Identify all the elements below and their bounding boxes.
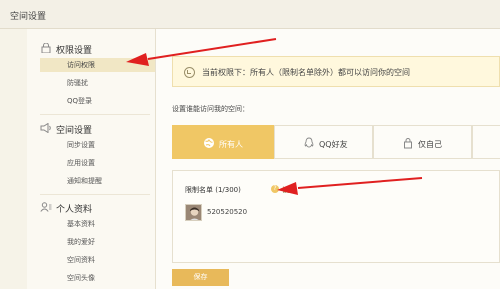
sidebar: 权限设置 访问权限 防骚扰 QQ登录 空间设置 同步设置 应用设置 通知和提醒 …: [27, 29, 156, 289]
blocked-user-id: 520520520: [207, 208, 248, 216]
clock-icon: [184, 67, 195, 78]
lock-icon: [404, 138, 412, 149]
sidebar-item-space-info[interactable]: 空间资料: [40, 253, 155, 267]
choose-visitors-label: 设置谁能访问我的空间：: [172, 105, 249, 113]
user-photo-icon: [186, 205, 201, 220]
sidebar-divider: [40, 194, 150, 195]
sidebar-section-title: 个人资料: [56, 205, 93, 215]
permission-notice: 当前权限下：所有人（限制名单除外）都可以访问你的空间: [172, 56, 500, 87]
sidebar-section-permissions: 权限设置: [27, 40, 156, 56]
sidebar-item-access-permission[interactable]: 访问权限: [40, 58, 155, 72]
sidebar-section-profile: 个人资料: [27, 199, 156, 215]
sidebar-item-app-settings[interactable]: 应用设置: [40, 156, 155, 170]
sidebar-item-hobbies[interactable]: 我的爱好: [40, 235, 155, 249]
blocklist-title: 限制名单 (1/300): [185, 186, 241, 194]
blocklist-panel: 限制名单 (1/300) ? 设置 520520520: [172, 170, 500, 263]
sidebar-item-anti-harassment[interactable]: 防骚扰: [40, 76, 155, 90]
option-everyone[interactable]: 所有人: [172, 125, 274, 159]
sidebar-item-basic-info[interactable]: 基本资料: [40, 217, 155, 231]
lock-icon: [41, 43, 51, 53]
option-label: QQ好友: [319, 140, 348, 149]
avatar: [185, 204, 202, 221]
main-panel: 当前权限下：所有人（限制名单除外）都可以访问你的空间 设置谁能访问我的空间： 所…: [156, 29, 500, 289]
sidebar-item-sync-settings[interactable]: 同步设置: [40, 138, 155, 152]
sidebar-section-space-settings: 空间设置: [27, 120, 156, 136]
sidebar-divider: [40, 114, 150, 115]
notice-text: 当前权限下：所有人（限制名单除外）都可以访问你的空间: [202, 68, 410, 77]
user-icon: [40, 202, 52, 212]
sidebar-section-title: 权限设置: [56, 46, 93, 56]
blocklist-settings-link[interactable]: 设置: [282, 185, 296, 195]
sidebar-item-space-avatar[interactable]: 空间头像: [40, 271, 155, 285]
help-icon[interactable]: ?: [271, 185, 279, 193]
sidebar-item-notifications[interactable]: 通知和提醒: [40, 174, 155, 188]
sidebar-item-qq-login[interactable]: QQ登录: [40, 94, 155, 108]
option-more-partial[interactable]: [472, 125, 500, 159]
globe-icon: [204, 138, 214, 148]
option-label: 所有人: [219, 140, 243, 149]
page-title: 空间设置: [10, 12, 47, 22]
top-bar: 空间设置: [0, 0, 500, 29]
speaker-icon: [40, 123, 51, 133]
qq-penguin-icon: [304, 137, 314, 148]
option-label: 仅自己: [418, 140, 442, 149]
option-qq-friends[interactable]: QQ好友: [274, 125, 373, 159]
save-button[interactable]: 保存: [172, 269, 229, 286]
option-only-me[interactable]: 仅自己: [373, 125, 472, 159]
sidebar-section-title: 空间设置: [56, 126, 93, 136]
